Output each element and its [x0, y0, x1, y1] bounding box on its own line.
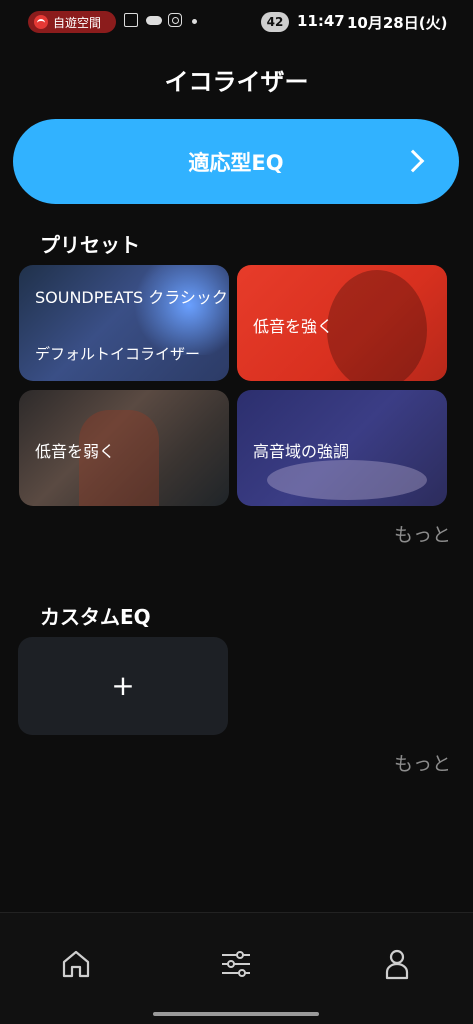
- instagram-icon: [168, 13, 182, 27]
- presets-section-title: プリセット: [40, 233, 140, 257]
- spotify-icon: [34, 15, 48, 29]
- preset-label: SOUNDPEATS クラシック: [35, 288, 228, 307]
- presets-more-link[interactable]: もっと: [394, 520, 451, 547]
- preset-label: 低音を弱く: [35, 442, 116, 461]
- equalizer-sliders-icon[interactable]: [220, 948, 252, 984]
- home-icon[interactable]: [60, 948, 92, 984]
- preset-sublabel: デフォルトイコライザー: [35, 345, 201, 363]
- preset-card-bass-reduce[interactable]: 低音を弱く: [19, 390, 229, 506]
- adaptive-eq-button[interactable]: 適応型EQ: [13, 119, 459, 204]
- spotify-notification-pill[interactable]: 自遊空間: [28, 11, 116, 33]
- preset-label: 低音を強く: [253, 317, 334, 336]
- custom-eq-section-title: カスタムEQ: [40, 605, 151, 629]
- page-title: イコライザー: [164, 68, 309, 96]
- scan-icon: [124, 13, 138, 27]
- preset-card-classic[interactable]: SOUNDPEATS クラシック デフォルトイコライザー: [19, 265, 229, 381]
- battery-indicator: 42: [261, 12, 289, 32]
- add-custom-eq-button[interactable]: +: [18, 637, 228, 735]
- bottom-nav: [0, 913, 473, 1024]
- adaptive-eq-label: 適応型EQ: [188, 151, 284, 175]
- profile-icon[interactable]: [381, 948, 413, 984]
- plus-icon: +: [111, 669, 135, 702]
- preset-card-treble-boost[interactable]: 高音域の強調: [237, 390, 447, 506]
- preset-card-bass-boost[interactable]: 低音を強く: [237, 265, 447, 381]
- cloud-icon: [146, 16, 162, 25]
- preset-label: 高音域の強調: [253, 442, 350, 461]
- date: 10月28日(火): [347, 14, 448, 32]
- dot-icon: [192, 19, 197, 24]
- status-bar: 自遊空間 42 11:47 10月28日(火): [0, 0, 473, 44]
- custom-eq-more-link[interactable]: もっと: [394, 749, 451, 776]
- notification-label: 自遊空間: [53, 15, 102, 30]
- gesture-home-bar[interactable]: [153, 1012, 319, 1016]
- clock: 11:47: [297, 12, 345, 30]
